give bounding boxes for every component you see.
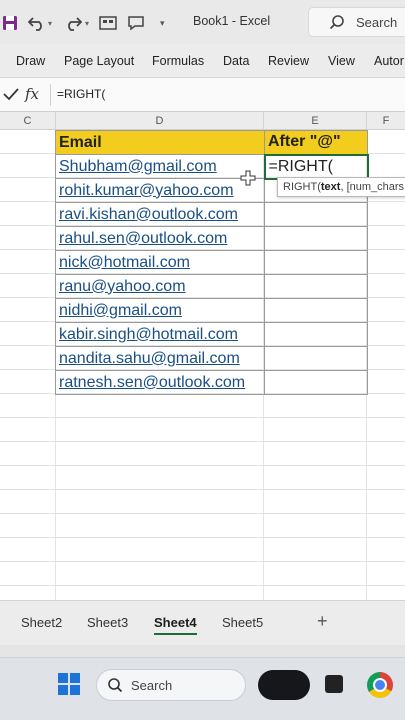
column-header-d[interactable]: D	[56, 112, 264, 130]
fx-icon[interactable]: fx	[25, 85, 39, 103]
redo-icon[interactable]	[64, 13, 82, 33]
taskbar-app-icon[interactable]	[258, 670, 310, 700]
table-row: ratnesh.sen@outlook.com	[55, 370, 368, 395]
table-row: nandita.sahu@gmail.com	[55, 346, 368, 371]
tooltip-args-rest: , [num_chars	[340, 181, 405, 193]
function-tooltip[interactable]: RIGHT(text, [num_chars	[277, 177, 405, 197]
email-link[interactable]: ranu@yahoo.com	[59, 278, 186, 295]
worksheet-grid[interactable]: Email After "@" Shubham@gmail.com =RIGHT(…	[0, 130, 405, 600]
table-row: kabir.singh@hotmail.com	[55, 322, 368, 347]
check-icon[interactable]	[2, 86, 20, 107]
tab-formulas[interactable]: Formulas	[152, 54, 204, 68]
sheet-tab-sheet5[interactable]: Sheet5	[222, 615, 263, 630]
status-bar	[0, 645, 405, 657]
column-headers: C D E F	[0, 112, 405, 130]
email-link[interactable]: nandita.sahu@gmail.com	[59, 350, 240, 367]
taskbar-search-label: Search	[131, 678, 173, 693]
formula-bar: fx =RIGHT(	[0, 78, 405, 112]
header-email[interactable]: Email	[55, 130, 265, 155]
add-sheet-button[interactable]: +	[317, 611, 328, 632]
undo-icon[interactable]	[28, 13, 46, 33]
email-link[interactable]: ravi.kishan@outlook.com	[59, 206, 238, 223]
column-header-c[interactable]: C	[0, 112, 56, 130]
table-row: nick@hotmail.com	[55, 250, 368, 275]
email-cell[interactable]: Shubham@gmail.com	[55, 154, 265, 179]
email-link[interactable]: ratnesh.sen@outlook.com	[59, 374, 245, 391]
email-link[interactable]: nick@hotmail.com	[59, 254, 190, 271]
column-header-e[interactable]: E	[264, 112, 367, 130]
cell-cursor-icon	[240, 170, 256, 191]
window-title: Book1 - Excel	[193, 14, 271, 28]
after-at-cell[interactable]	[264, 250, 368, 275]
ribbon-tabs: Draw Page Layout Formulas Data Review Vi…	[0, 44, 405, 78]
after-at-cell[interactable]	[264, 346, 368, 371]
tab-view[interactable]: View	[328, 54, 355, 68]
formula-input[interactable]: =RIGHT(	[57, 87, 105, 101]
sheet-tab-sheet3[interactable]: Sheet3	[87, 615, 128, 630]
column-header-f[interactable]: F	[367, 112, 405, 130]
taskbar: Search	[0, 657, 405, 720]
after-at-cell[interactable]	[264, 226, 368, 251]
save-icon[interactable]	[2, 13, 18, 33]
email-table: Email After "@" Shubham@gmail.com =RIGHT(…	[55, 130, 369, 395]
table-row: rahul.sen@outlook.com	[55, 226, 368, 251]
table-row: nidhi@gmail.com	[55, 298, 368, 323]
table-row: ranu@yahoo.com	[55, 274, 368, 299]
tooltip-function: RIGHT(	[283, 181, 321, 193]
form-icon[interactable]	[99, 13, 117, 33]
sheet-tab-sheet4[interactable]: Sheet4	[154, 615, 197, 635]
email-link[interactable]: rahul.sen@outlook.com	[59, 230, 227, 247]
email-cell[interactable]: ravi.kishan@outlook.com	[55, 202, 265, 227]
table-row: ravi.kishan@outlook.com	[55, 202, 368, 227]
email-link[interactable]: kabir.singh@hotmail.com	[59, 326, 238, 343]
after-at-cell[interactable]	[264, 298, 368, 323]
taskbar-search-box[interactable]: Search	[96, 669, 246, 701]
formula-divider	[50, 84, 51, 106]
taskbar-app2-icon[interactable]	[325, 675, 343, 693]
table-header-row: Email After "@"	[55, 130, 368, 155]
after-at-cell[interactable]	[264, 370, 368, 395]
sheet-tabs-bar: Sheet2 Sheet3 Sheet4 Sheet5 +	[0, 600, 405, 645]
customize-toolbar-icon[interactable]: ▾	[160, 13, 165, 33]
email-cell[interactable]: nick@hotmail.com	[55, 250, 265, 275]
windows-start-icon[interactable]	[58, 673, 80, 695]
table-row: Shubham@gmail.com =RIGHT(	[55, 153, 369, 180]
email-link[interactable]: Shubham@gmail.com	[59, 158, 217, 175]
active-cell[interactable]: =RIGHT(	[263, 153, 369, 180]
chrome-icon[interactable]	[367, 672, 393, 698]
comment-icon[interactable]	[127, 13, 145, 33]
after-at-cell[interactable]	[264, 202, 368, 227]
email-link[interactable]: rohit.kumar@yahoo.com	[59, 182, 234, 199]
email-cell[interactable]: nandita.sahu@gmail.com	[55, 346, 265, 371]
tab-page-layout[interactable]: Page Layout	[64, 54, 134, 68]
email-cell[interactable]: kabir.singh@hotmail.com	[55, 322, 265, 347]
tab-review[interactable]: Review	[268, 54, 309, 68]
header-after-at[interactable]: After "@"	[264, 130, 368, 155]
email-cell[interactable]: ranu@yahoo.com	[55, 274, 265, 299]
tooltip-arg-text: text	[320, 181, 341, 193]
taskbar-search-icon	[107, 677, 123, 698]
email-cell[interactable]: nidhi@gmail.com	[55, 298, 265, 323]
title-bar: ▾ ▾ ▾ Book1 - Excel Search	[0, 0, 405, 44]
title-search-label: Search	[356, 15, 398, 30]
email-cell[interactable]: rohit.kumar@yahoo.com	[55, 178, 265, 203]
tab-data[interactable]: Data	[223, 54, 249, 68]
title-search-box[interactable]: Search	[308, 7, 405, 37]
email-cell[interactable]: ratnesh.sen@outlook.com	[55, 370, 265, 395]
after-at-cell[interactable]	[264, 322, 368, 347]
email-link[interactable]: nidhi@gmail.com	[59, 302, 182, 319]
email-cell[interactable]: rahul.sen@outlook.com	[55, 226, 265, 251]
search-icon	[329, 14, 345, 35]
sheet-tab-sheet2[interactable]: Sheet2	[21, 615, 62, 630]
tab-draw[interactable]: Draw	[16, 54, 45, 68]
undo-dropdown-icon[interactable]: ▾	[48, 13, 52, 33]
redo-dropdown-icon[interactable]: ▾	[85, 13, 89, 33]
tab-automate[interactable]: Autor	[374, 54, 404, 68]
after-at-cell[interactable]	[264, 274, 368, 299]
